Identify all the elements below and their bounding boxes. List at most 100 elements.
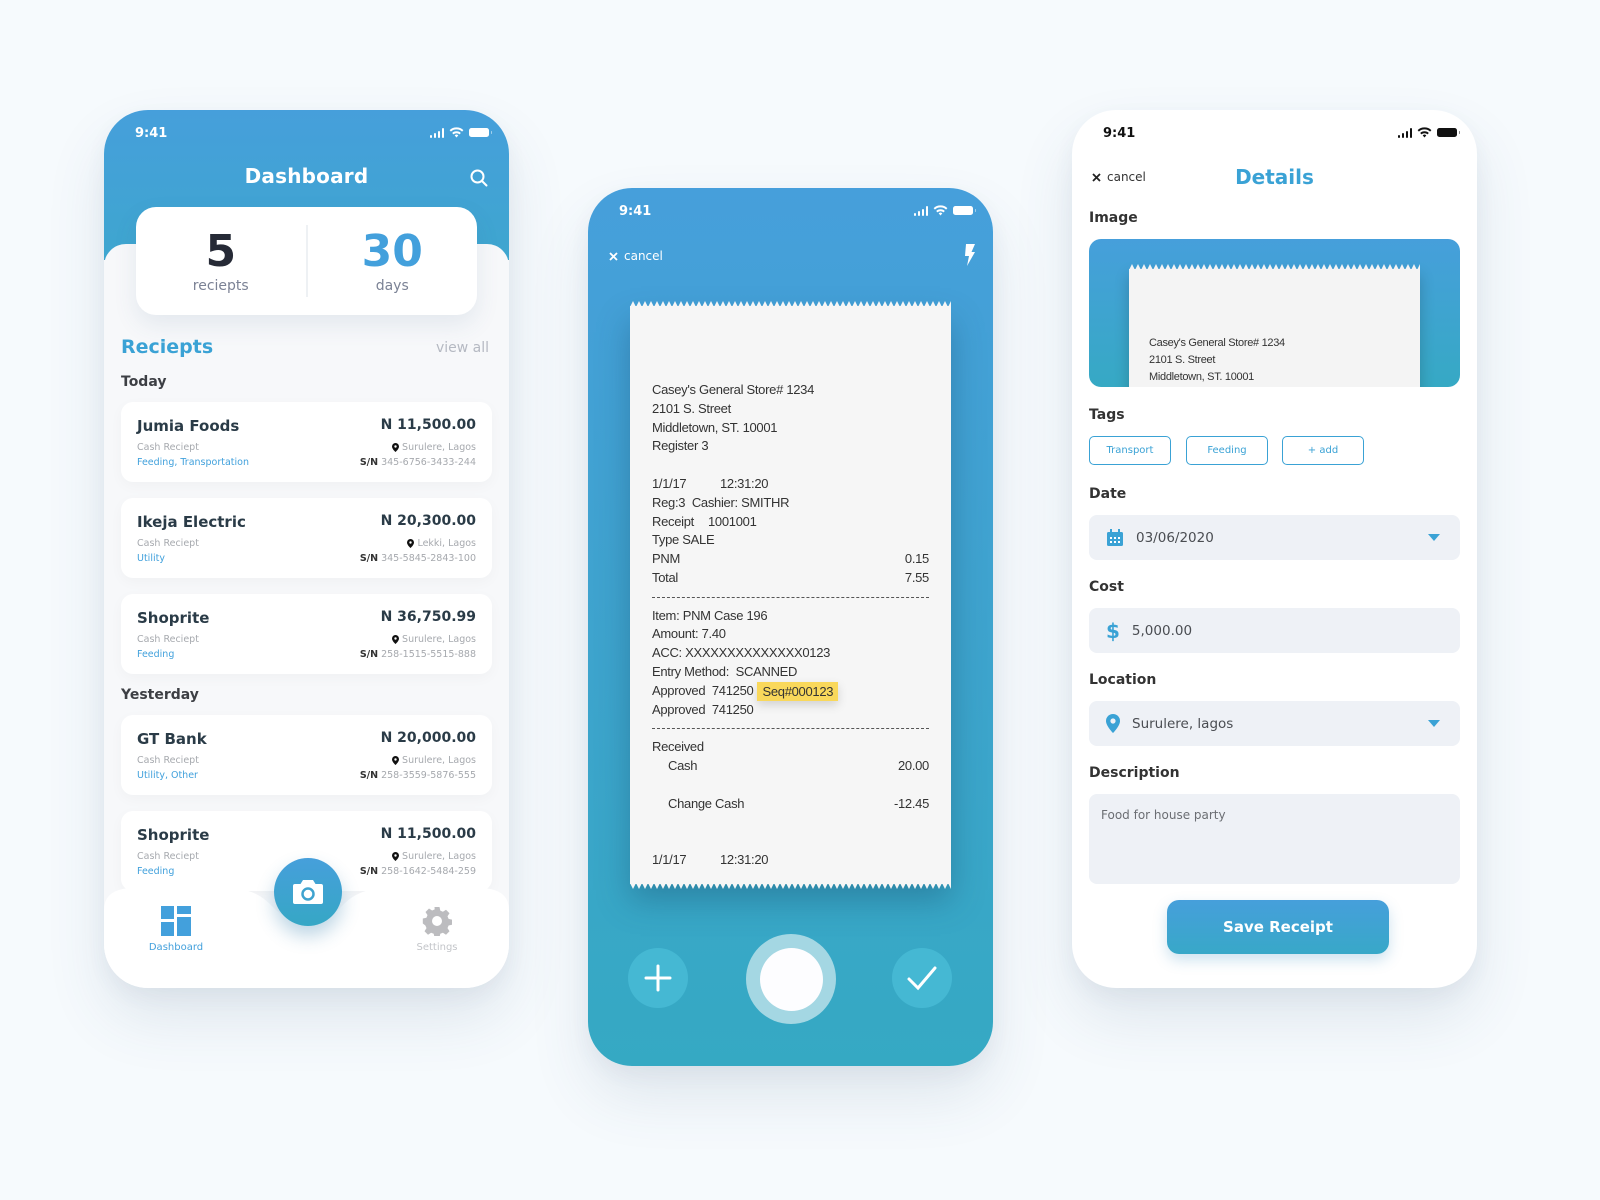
thumbnail-line: 2101 S. Street (1149, 354, 1216, 366)
sn-label: S/N (359, 553, 379, 564)
scanner-screen: 9:41 cancel Casey's General Store# 1234 … (588, 188, 993, 1066)
serial-number: S/N 258-1515-5515-888 (360, 649, 476, 660)
receipt-location: Surulere, Lagos (392, 851, 476, 862)
date-label: Date (1089, 486, 1127, 502)
receipt-location: Surulere, Lagos (392, 634, 476, 645)
receipt-card[interactable]: Jumia Foods N 11,500.00 Cash Reciept Feedin… (121, 402, 492, 482)
flash-icon[interactable] (964, 244, 976, 266)
receipt-amount: N 11,500.00 (380, 417, 476, 433)
shutter-inner (759, 947, 823, 1011)
receipts-section-title: Reciepts (121, 336, 214, 358)
nav-label: Dashboard (148, 942, 204, 953)
receipt-type: Cash Reciept (137, 755, 199, 766)
thumbnail-text: Casey's General Store# 1234 2101 S. Stre… (1149, 335, 1285, 386)
receipt-date: 1/1/17 (652, 475, 687, 491)
thumbnail-line: Casey's General Store# 1234 (1149, 337, 1285, 349)
stat-receipts: 5 reciepts (136, 207, 306, 315)
total-value: 7.55 (904, 569, 929, 585)
sn-label: S/N (359, 866, 379, 877)
receipt-type: Cash Reciept (137, 538, 199, 549)
receipt-amount: N 20,300.00 (380, 513, 476, 529)
tag-feeding[interactable]: Feeding (1186, 436, 1268, 465)
receipt-line: Reg:3 Cashier: SMITHR (652, 494, 790, 510)
save-receipt-button[interactable]: Save Receipt (1167, 900, 1389, 954)
add-tag-button[interactable]: + add (1282, 436, 1364, 465)
camera-button[interactable] (274, 858, 342, 926)
receipt-card[interactable]: GT Bank N 20,000.00 Cash Reciept Utility, O… (121, 715, 492, 795)
receipt-line: 2101 S. Street (652, 400, 731, 416)
receipt-amount: N 36,750.99 (380, 609, 476, 625)
change-label: Change Cash (668, 795, 745, 811)
serial-number: S/N 258-3559-5876-555 (360, 770, 476, 781)
tag-transport[interactable]: Transport (1089, 436, 1171, 465)
description-field[interactable]: Food for house party (1089, 794, 1460, 884)
receipt-line: Middletown, ST. 10001 (652, 419, 778, 435)
shutter-button[interactable] (746, 934, 836, 1024)
receipt-line: Entry Method: SCANNED (652, 663, 798, 679)
scanned-receipt: Casey's General Store# 1234 2101 S. Stre… (630, 301, 951, 889)
group-label-yesterday: Yesterday (121, 687, 199, 703)
confirm-button[interactable] (892, 948, 952, 1008)
date-value: 03/06/2020 (1136, 529, 1214, 546)
search-icon[interactable] (469, 168, 489, 188)
serial-number: S/N 258-1642-5484-259 (360, 866, 476, 877)
receipt-line: Received (652, 739, 704, 755)
details-screen: 9:41 cancel Details Image Casey's Genera… (1072, 110, 1477, 988)
receipt-line: ACC: XXXXXXXXXXXXXX0123 (652, 645, 831, 661)
chevron-down-icon[interactable] (1428, 720, 1440, 727)
receipt-line: Change Cash -12.45 (652, 795, 929, 814)
highlighted-seq[interactable]: Seq#000123 (757, 681, 839, 701)
cost-label: Cost (1089, 579, 1124, 595)
stat-value: 30 (361, 226, 423, 277)
date-field[interactable]: 03/06/2020 (1089, 515, 1460, 560)
receipt-line: Approved 741250 (652, 701, 754, 717)
receipt-line: Cash 20.00 (652, 757, 929, 776)
receipt-location: Surulere, Lagos (392, 442, 476, 453)
cancel-button[interactable]: cancel (609, 249, 663, 263)
receipt-edge (630, 883, 951, 889)
cash-label: Cash (668, 757, 698, 773)
receipt-card[interactable]: Ikeja Electric N 20,300.00 Cash Reciept Uti… (121, 498, 492, 578)
image-label: Image (1089, 210, 1138, 226)
receipt-tags: Utility (137, 553, 165, 564)
add-page-button[interactable] (628, 948, 688, 1008)
location-text: Surulere, Lagos (402, 755, 476, 766)
merchant-name: Shoprite (137, 826, 210, 844)
serial-number: S/N 345-5845-2843-100 (360, 553, 476, 564)
wifi-icon (449, 127, 464, 138)
receipt-edge (630, 301, 951, 307)
location-field[interactable]: Surulere, lagos (1089, 701, 1460, 746)
receipt-line: Receipt 1001001 (652, 513, 929, 532)
location-pin-icon (392, 635, 400, 644)
chevron-down-icon[interactable] (1428, 534, 1440, 541)
location-text: Lekki, Lagos (417, 538, 476, 549)
thumbnail-line: Middletown, ST. 10001 (1149, 371, 1254, 383)
receipt-date: 1/1/17 (652, 851, 687, 867)
page-title: Details (1235, 165, 1314, 189)
merchant-name: Shoprite (137, 609, 210, 627)
stat-label: reciepts (192, 278, 249, 294)
signal-icon (429, 127, 444, 138)
cost-field[interactable]: $ 5,000.00 (1089, 608, 1460, 653)
view-all-link[interactable]: view all (436, 340, 489, 356)
nav-settings[interactable]: Settings (392, 906, 482, 953)
total-label: Total (652, 569, 678, 585)
sn-value: 258-1642-5484-259 (381, 866, 476, 877)
receipt-type: Cash Reciept (137, 851, 199, 862)
receipt-image[interactable]: Casey's General Store# 1234 2101 S. Stre… (1089, 239, 1460, 387)
receipt-line: Amount: 7.40 (652, 626, 726, 642)
dashboard-icon (161, 906, 191, 936)
receipt-location: Lekki, Lagos (407, 538, 476, 549)
sn-value: 258-3559-5876-555 (381, 770, 476, 781)
receipt-card[interactable]: Shoprite N 36,750.99 Cash Reciept Feeding Su… (121, 594, 492, 674)
receipt-line: Approved 741250 Seq#000123 (652, 681, 929, 701)
nav-dashboard[interactable]: Dashboard (131, 906, 221, 953)
receipt-type: Cash Reciept (137, 634, 199, 645)
receipt-line: 1/1/17 12:31:20 (652, 475, 929, 494)
receipt-location: Surulere, Lagos (392, 755, 476, 766)
pnm-value: 0.15 (904, 551, 929, 567)
status-time: 9:41 (135, 126, 168, 141)
sn-label: S/N (359, 457, 379, 468)
dashed-divider (652, 719, 929, 738)
stat-days: 30 days (308, 207, 478, 315)
